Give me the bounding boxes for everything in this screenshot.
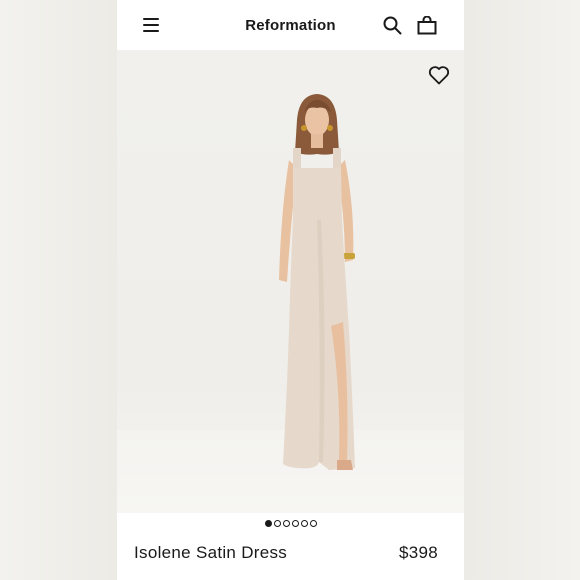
heart-icon[interactable] — [428, 65, 450, 85]
carousel-dot[interactable] — [291, 519, 299, 527]
brand-logo[interactable]: Reformation — [245, 17, 336, 34]
search-icon[interactable] — [383, 16, 402, 35]
product-image-carousel[interactable] — [117, 50, 464, 513]
product-price: $398 — [398, 543, 438, 562]
outer-background-left — [0, 0, 117, 580]
shopping-bag-icon[interactable] — [417, 16, 437, 35]
hamburger-menu-icon[interactable] — [143, 17, 159, 33]
carousel-dot[interactable] — [282, 519, 290, 527]
carousel-dot[interactable] — [309, 519, 317, 527]
carousel-pagination — [117, 518, 464, 528]
product-info: Isolene Satin Dress $398 — [117, 540, 464, 566]
site-header: Reformation — [117, 0, 464, 50]
model-wearing-dress-image — [279, 94, 355, 470]
carousel-dot[interactable] — [264, 519, 272, 527]
carousel-dot[interactable] — [273, 519, 281, 527]
mobile-screen: Reformation Isolene Satin Dress $398 — [117, 0, 464, 580]
carousel-dot[interactable] — [300, 519, 308, 527]
product-name[interactable]: Isolene Satin Dress — [134, 543, 287, 563]
outer-background-right — [464, 0, 580, 580]
